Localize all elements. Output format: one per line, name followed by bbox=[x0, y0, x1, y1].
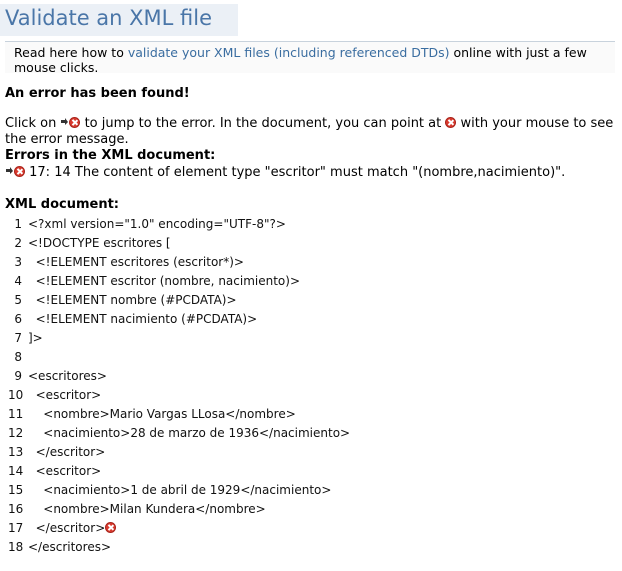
code-line: 6 <!ELEMENT nacimiento (#PCDATA)> bbox=[8, 310, 350, 329]
xml-document-heading: XML document: bbox=[5, 197, 119, 212]
line-text: <?xml version="1.0" encoding="UTF-8"?> bbox=[28, 217, 286, 231]
errors-heading: Errors in the XML document: bbox=[5, 148, 216, 163]
line-number: 18 bbox=[8, 540, 24, 554]
validate-help-link[interactable]: validate your XML files (including refer… bbox=[128, 45, 450, 60]
code-line: 7 ]> bbox=[8, 329, 350, 348]
error-icon bbox=[69, 117, 81, 128]
error-found-heading: An error has been found! bbox=[5, 86, 190, 101]
line-text: <escritores> bbox=[28, 369, 107, 383]
line-text: <escritor> bbox=[28, 388, 102, 402]
code-line: 11 <nombre>Mario Vargas LLosa</nombre> bbox=[8, 405, 350, 424]
code-line: 13 </escritor> bbox=[8, 443, 350, 462]
instructions-part2: to jump to the error. In the document, y… bbox=[80, 116, 446, 131]
line-text: <escritor> bbox=[28, 464, 102, 478]
code-line: 14 <escritor> bbox=[8, 462, 350, 481]
line-text: <nacimiento>1 de abril de 1929</nacimien… bbox=[28, 483, 332, 497]
code-line: 2 <!DOCTYPE escritores [ bbox=[8, 234, 350, 253]
code-line: 4 <!ELEMENT escritor (nombre, nacimiento… bbox=[8, 272, 350, 291]
line-number: 11 bbox=[8, 407, 24, 421]
line-text: <!DOCTYPE escritores [ bbox=[28, 236, 171, 250]
line-number: 4 bbox=[14, 274, 22, 288]
code-line: 15 <nacimiento>1 de abril de 1929</nacim… bbox=[8, 481, 350, 500]
xml-document-listing: 1 <?xml version="1.0" encoding="UTF-8"?> … bbox=[8, 215, 350, 557]
line-number: 17 bbox=[8, 521, 24, 535]
line-number: 3 bbox=[14, 255, 22, 269]
code-line-error: 17 </escritor> bbox=[8, 519, 350, 538]
line-text: <nombre>Milan Kundera</nombre> bbox=[28, 502, 266, 516]
line-number: 10 bbox=[8, 388, 24, 402]
page-title: Validate an XML file bbox=[5, 6, 213, 30]
line-number: 6 bbox=[14, 312, 22, 326]
line-number: 9 bbox=[14, 369, 22, 383]
code-line: 12 <nacimiento>28 de marzo de 1936</naci… bbox=[8, 424, 350, 443]
code-line: 3 <!ELEMENT escritores (escritor*)> bbox=[8, 253, 350, 272]
line-number: 13 bbox=[8, 445, 24, 459]
error-marker-icon[interactable] bbox=[105, 522, 117, 533]
error-location: 17: 14 bbox=[29, 165, 71, 180]
line-number: 16 bbox=[8, 502, 24, 516]
line-number: 12 bbox=[8, 426, 24, 440]
line-text: </escritor> bbox=[28, 521, 106, 535]
code-line: 16 <nombre>Milan Kundera</nombre> bbox=[8, 500, 350, 519]
code-line: 8 bbox=[8, 348, 350, 367]
line-number: 2 bbox=[14, 236, 22, 250]
line-text: <!ELEMENT escritor (nombre, nacimiento)> bbox=[28, 274, 300, 288]
line-text: <!ELEMENT nacimiento (#PCDATA)> bbox=[28, 312, 258, 326]
line-number: 8 bbox=[14, 350, 22, 364]
jump-arrow-icon bbox=[60, 117, 69, 126]
line-number: 1 bbox=[14, 217, 22, 231]
code-line: 18 </escritores> bbox=[8, 538, 350, 557]
line-text: <nombre>Mario Vargas LLosa</nombre> bbox=[28, 407, 296, 421]
line-text: <!ELEMENT nombre (#PCDATA)> bbox=[28, 293, 237, 307]
intro-prefix: Read here how to bbox=[14, 45, 128, 60]
jump-arrow-icon[interactable] bbox=[5, 166, 14, 175]
line-text: ]> bbox=[28, 331, 43, 345]
line-number: 14 bbox=[8, 464, 24, 478]
line-number: 5 bbox=[14, 293, 22, 307]
code-line: 5 <!ELEMENT nombre (#PCDATA)> bbox=[8, 291, 350, 310]
line-number: 7 bbox=[14, 331, 22, 345]
error-icon bbox=[445, 117, 457, 128]
code-line: 1 <?xml version="1.0" encoding="UTF-8"?> bbox=[8, 215, 350, 234]
instructions-text: Click on to jump to the error. In the do… bbox=[5, 116, 617, 148]
error-item: 17: 14 The content of element type "escr… bbox=[5, 165, 565, 180]
instructions-part1: Click on bbox=[5, 116, 61, 131]
error-message: The content of element type "escritor" m… bbox=[74, 165, 566, 180]
line-text: </escritores> bbox=[28, 540, 112, 554]
error-icon[interactable] bbox=[14, 166, 25, 177]
code-line: 9 <escritores> bbox=[8, 367, 350, 386]
code-line: 10 <escritor> bbox=[8, 386, 350, 405]
line-number: 15 bbox=[8, 483, 24, 497]
line-text: <nacimiento>28 de marzo de 1936</nacimie… bbox=[28, 426, 351, 440]
intro-text: Read here how to validate your XML files… bbox=[14, 45, 614, 75]
line-text: </escritor> bbox=[28, 445, 106, 459]
line-text: <!ELEMENT escritores (escritor*)> bbox=[28, 255, 244, 269]
